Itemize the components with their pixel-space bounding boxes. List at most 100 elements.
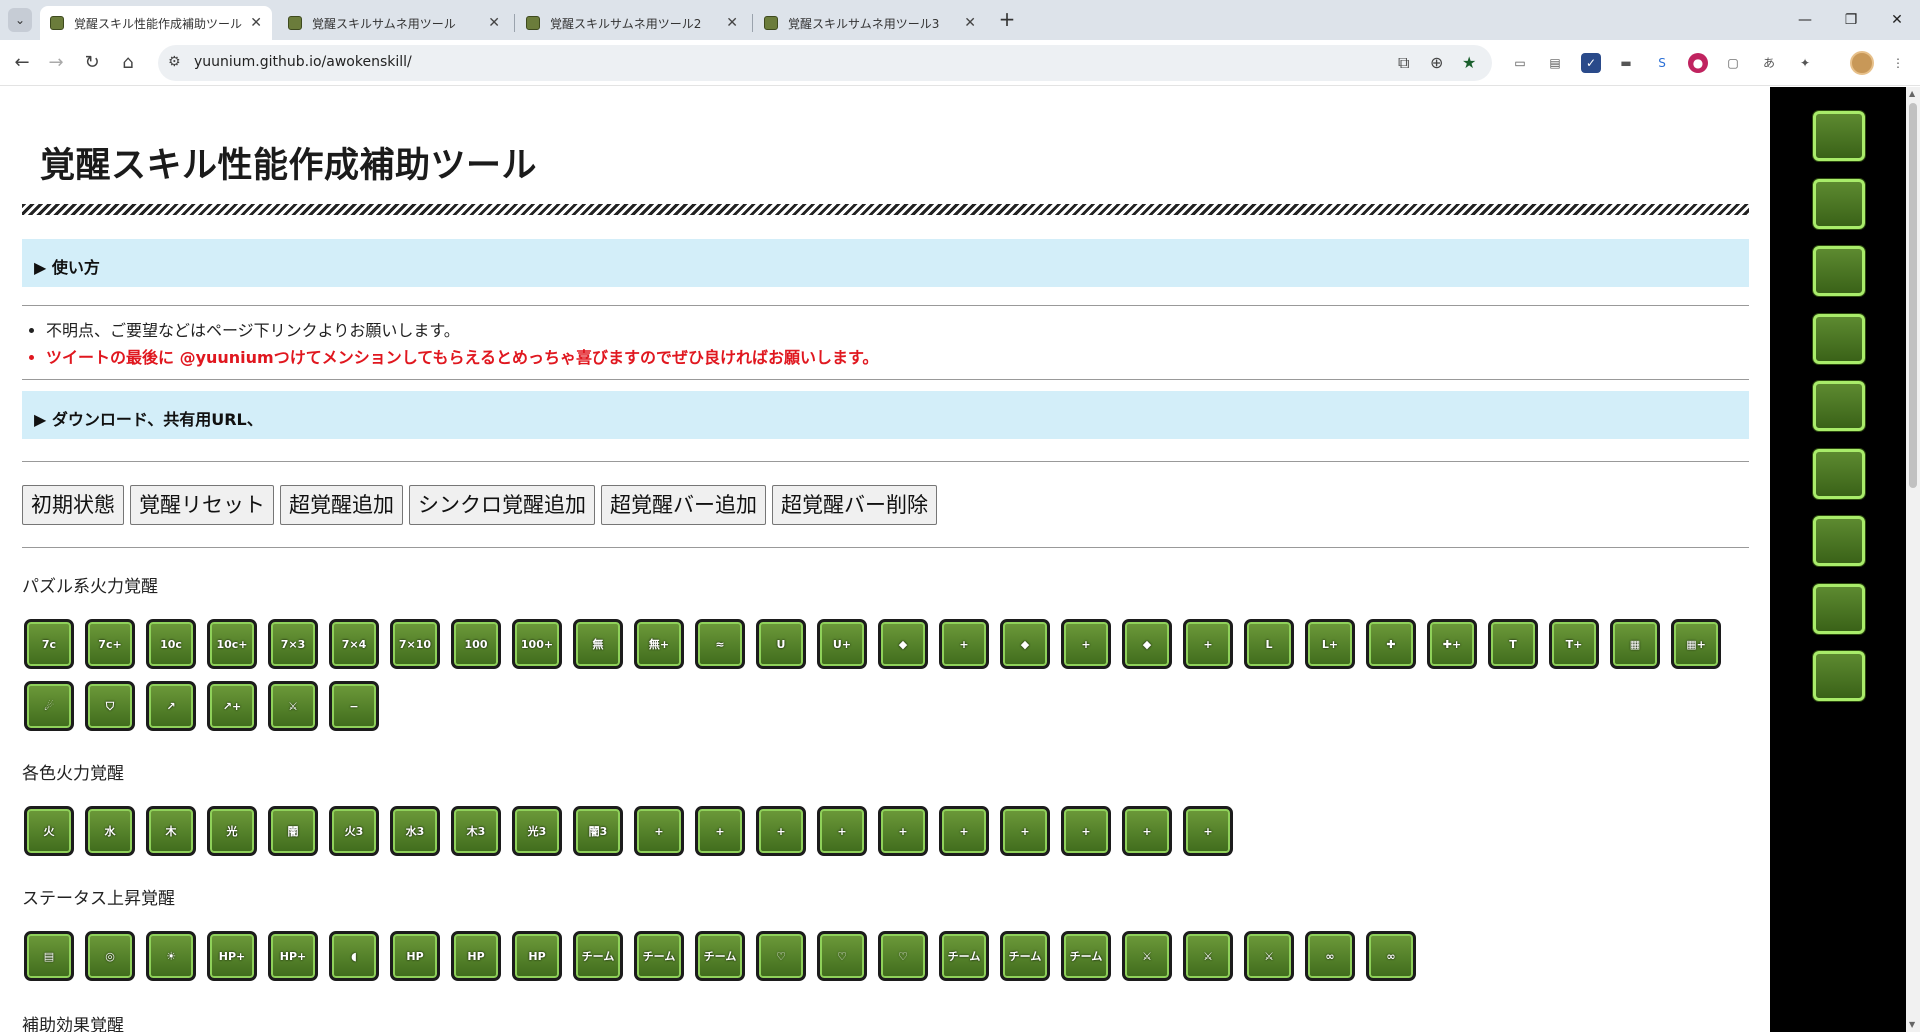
scroll-down-icon[interactable]: ▼ bbox=[1909, 1020, 1917, 1029]
close-window-icon[interactable]: ✕ bbox=[1874, 0, 1920, 40]
download-details-summary[interactable]: ▶ ダウンロード、共有用URL、 bbox=[22, 391, 1749, 439]
hp-orange-plus-icon[interactable]: HP bbox=[451, 931, 501, 981]
url-text[interactable]: yuunium.github.io/awokenskill/ bbox=[194, 54, 412, 70]
heart-minus-icon[interactable]: ♡ bbox=[878, 931, 928, 981]
close-tab-icon[interactable]: ✕ bbox=[250, 15, 262, 31]
wing-plus-icon[interactable]: ∞ bbox=[1305, 931, 1355, 981]
site-info-icon[interactable]: ⚙ bbox=[168, 54, 181, 70]
wood-row-orange-plus-icon[interactable]: + bbox=[1061, 806, 1111, 856]
team-orange-plus-icon[interactable]: チーム bbox=[634, 931, 684, 981]
new-tab-icon[interactable]: + bbox=[995, 8, 1019, 32]
four-orb-plus-icon[interactable]: + bbox=[1061, 619, 1111, 669]
7combo-icon[interactable]: 7c bbox=[24, 619, 74, 669]
wood-x3-icon[interactable]: 木3 bbox=[451, 806, 501, 856]
hp-plus-icon[interactable]: HP bbox=[390, 931, 440, 981]
extension-icon[interactable]: ▬ bbox=[1616, 53, 1636, 73]
light-icon[interactable]: 光 bbox=[207, 806, 257, 856]
water-row-orange-plus-icon[interactable]: + bbox=[1000, 806, 1050, 856]
scrollbar[interactable]: ▲ ▼ bbox=[1906, 87, 1920, 1032]
tab-awoken-tool[interactable]: 覚醒スキル性能作成補助ツール ✕ bbox=[40, 6, 272, 40]
guard-break-icon[interactable]: ⛉ bbox=[85, 681, 135, 731]
7combo-x4-icon[interactable]: 7×4 bbox=[329, 619, 379, 669]
awakening-slot[interactable] bbox=[1813, 583, 1865, 634]
heart-orange-plus-icon[interactable]: ♡ bbox=[817, 931, 867, 981]
boot-orange-plus-icon[interactable]: ⚔ bbox=[1183, 931, 1233, 981]
water-row-plus-icon[interactable]: + bbox=[695, 806, 745, 856]
extension-icon[interactable]: ● bbox=[1688, 53, 1708, 73]
five-orb-plus-icon[interactable]: + bbox=[1183, 619, 1233, 669]
boot-plus-icon[interactable]: ⚔ bbox=[1122, 931, 1172, 981]
scroll-up-icon[interactable]: ▲ bbox=[1909, 89, 1917, 98]
reset-awakening-button[interactable]: 覚醒リセット bbox=[130, 485, 274, 525]
t-shape-icon[interactable]: T bbox=[1488, 619, 1538, 669]
fire-row-orange-plus-icon[interactable]: + bbox=[939, 806, 989, 856]
awakening-slot[interactable] bbox=[1813, 246, 1865, 296]
sun-icon[interactable]: ☀ bbox=[146, 931, 196, 981]
wood-row-plus-icon[interactable]: + bbox=[756, 806, 806, 856]
team-heart-plus-icon[interactable]: チーム bbox=[939, 931, 989, 981]
menu-kebab-icon[interactable]: ⋮ bbox=[1888, 53, 1908, 73]
extension-icon[interactable]: ▤ bbox=[1545, 53, 1565, 73]
fire-row-plus-icon[interactable]: + bbox=[634, 806, 684, 856]
barrel-icon[interactable]: ▤ bbox=[24, 931, 74, 981]
avatar[interactable] bbox=[1850, 51, 1874, 75]
awakening-slot[interactable] bbox=[1813, 516, 1865, 566]
no-skyfall-plus-icon[interactable]: 無+ bbox=[634, 619, 684, 669]
zoom-icon[interactable]: ⊕ bbox=[1430, 53, 1443, 72]
team-heart-minus-icon[interactable]: チーム bbox=[1061, 931, 1111, 981]
back-icon[interactable]: ← bbox=[8, 49, 36, 77]
wing-orange-plus-icon[interactable]: ∞ bbox=[1366, 931, 1416, 981]
l-shape-plus-icon[interactable]: L+ bbox=[1305, 619, 1355, 669]
no-skyfall-icon[interactable]: 無 bbox=[573, 619, 623, 669]
fire-x3-icon[interactable]: 火3 bbox=[329, 806, 379, 856]
sword-hp-plus-icon[interactable]: HP+ bbox=[207, 931, 257, 981]
dark-icon[interactable]: 闇 bbox=[268, 806, 318, 856]
dark-row-orange-plus-icon[interactable]: + bbox=[1183, 806, 1233, 856]
7combo-x10-icon[interactable]: 7×10 bbox=[390, 619, 440, 669]
tab-thumb-tool-3[interactable]: 覚醒スキルサムネ用ツール3 ✕ bbox=[754, 6, 986, 40]
awakening-slot[interactable] bbox=[1813, 178, 1865, 229]
sword-bar-minus-icon[interactable]: − bbox=[329, 681, 379, 731]
sword-hp-plus2-icon[interactable]: HP+ bbox=[268, 931, 318, 981]
remove-super-bar-button[interactable]: 超覚醒バー削除 bbox=[772, 485, 937, 525]
7combo-plus-icon[interactable]: 7c+ bbox=[85, 619, 135, 669]
sword-bar-icon[interactable]: ⚔ bbox=[268, 681, 318, 731]
team-plus-icon[interactable]: チーム bbox=[573, 931, 623, 981]
add-super-bar-button[interactable]: 超覚醒バー追加 bbox=[601, 485, 766, 525]
usage-details-summary[interactable]: ▶ 使い方 bbox=[22, 239, 1749, 287]
dark-row-plus-icon[interactable]: + bbox=[878, 806, 928, 856]
reload-icon[interactable]: ↻ bbox=[78, 49, 106, 77]
l-shape-lock-icon[interactable]: L bbox=[1244, 619, 1294, 669]
close-tab-icon[interactable]: ✕ bbox=[964, 15, 976, 31]
awakening-slot[interactable] bbox=[1813, 448, 1865, 499]
scrollbar-thumb[interactable] bbox=[1909, 103, 1917, 488]
10combo-icon[interactable]: 10c bbox=[146, 619, 196, 669]
tab-thumb-tool-2[interactable]: 覚醒スキルサムネ用ツール2 ✕ bbox=[516, 6, 748, 40]
light-row-plus-icon[interactable]: + bbox=[817, 806, 867, 856]
pink-slash-icon[interactable]: ↗ bbox=[146, 681, 196, 731]
100combo-plus-icon[interactable]: 100+ bbox=[512, 619, 562, 669]
team-minus-icon[interactable]: チーム bbox=[695, 931, 745, 981]
bookmark-star-icon[interactable]: ★ bbox=[1462, 53, 1476, 72]
translate-icon[interactable]: あ bbox=[1759, 53, 1779, 73]
team-heart-orange-plus-icon[interactable]: チーム bbox=[1000, 931, 1050, 981]
awakening-slot[interactable] bbox=[1813, 313, 1865, 364]
light-x3-icon[interactable]: 光3 bbox=[512, 806, 562, 856]
extension-icon[interactable]: ▭ bbox=[1510, 53, 1530, 73]
restore-icon[interactable]: ❐ bbox=[1828, 0, 1874, 40]
minimize-icon[interactable]: — bbox=[1782, 0, 1828, 40]
address-bar[interactable]: ⚙ yuunium.github.io/awokenskill/ ⧉ ⊕ ★ bbox=[158, 45, 1492, 81]
u-shape-icon[interactable]: U bbox=[756, 619, 806, 669]
extension-icon[interactable]: S bbox=[1652, 53, 1672, 73]
7combo-x3-icon[interactable]: 7×3 bbox=[268, 619, 318, 669]
awakening-slot[interactable] bbox=[1813, 651, 1865, 701]
rainbow-plus-icon[interactable]: ▦+ bbox=[1671, 619, 1721, 669]
four-orb-icon[interactable]: ◆ bbox=[1000, 619, 1050, 669]
extensions-puzzle-icon[interactable]: ✦ bbox=[1795, 53, 1815, 73]
heart-plus-icon[interactable]: ♡ bbox=[756, 931, 806, 981]
wood-icon[interactable]: 木 bbox=[146, 806, 196, 856]
tpa-guard-icon[interactable]: ≈ bbox=[695, 619, 745, 669]
add-super-awakening-button[interactable]: 超覚醒追加 bbox=[280, 485, 403, 525]
awakening-slot[interactable] bbox=[1813, 111, 1865, 161]
u-shape-plus-icon[interactable]: U+ bbox=[817, 619, 867, 669]
